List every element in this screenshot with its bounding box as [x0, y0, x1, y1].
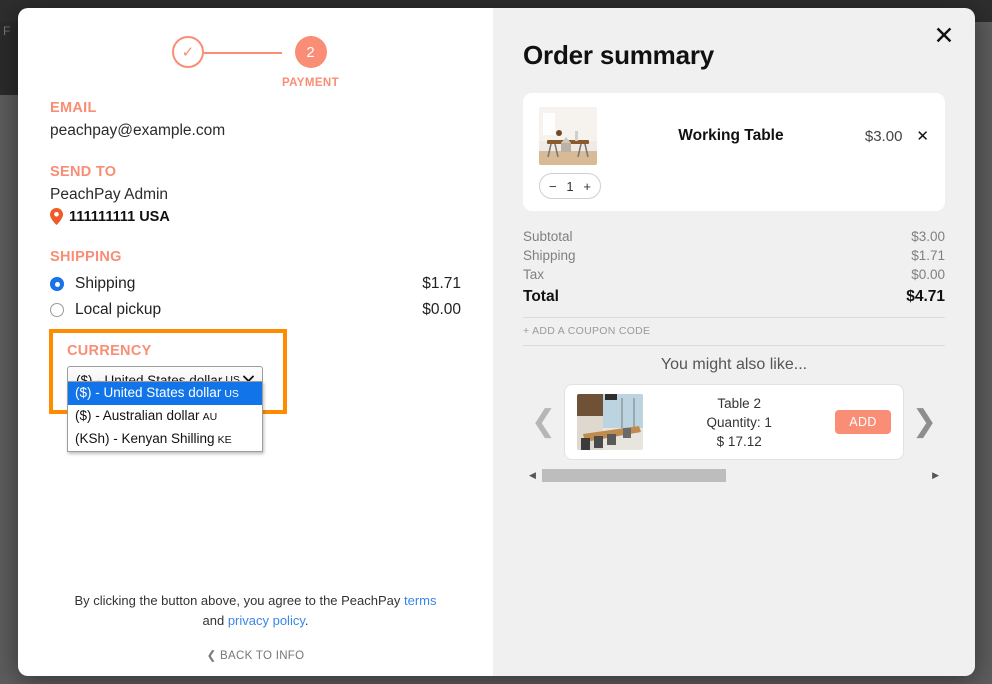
order-totals: Subtotal $3.00 Shipping $1.71 Tax $0.00 …	[523, 227, 945, 346]
step-2-label: PAYMENT	[281, 77, 340, 89]
grand-total-value: $4.71	[906, 288, 945, 305]
quantity-decrease-button[interactable]: −	[549, 179, 557, 194]
legal-text: By clicking the button above, you agree …	[18, 591, 493, 631]
check-icon: ✓	[171, 36, 204, 68]
currency-option-ke[interactable]: (KSh) - Kenyan Shilling KE	[68, 428, 262, 451]
map-pin-icon	[50, 208, 63, 225]
local-pickup-price: $0.00	[422, 301, 461, 318]
add-coupon-code-button[interactable]: + ADD A COUPON CODE	[523, 318, 945, 345]
step-2-number: 2	[294, 36, 327, 68]
subtotal-label: Subtotal	[523, 229, 573, 244]
upsell-card[interactable]: Table 2 Quantity: 1 $ 17.12 ADD	[564, 384, 904, 460]
email-section: EMAIL peachpay@example.com	[50, 100, 461, 140]
add-upsell-button[interactable]: ADD	[835, 410, 891, 434]
terms-link[interactable]: terms	[404, 593, 437, 608]
shipping-total-label: Shipping	[523, 248, 576, 263]
send-to-section: SEND TO PeachPay Admin 111111111 USA	[50, 164, 461, 225]
product-card: Working Table $3.00 ✕ − 1 +	[523, 93, 945, 211]
tax-label: Tax	[523, 267, 545, 282]
remove-product-icon[interactable]: ✕	[916, 127, 929, 145]
quantity-value: 1	[566, 178, 574, 194]
radio-local-pickup[interactable]	[50, 303, 64, 317]
tax-value: $0.00	[911, 267, 945, 282]
overlay-left	[0, 95, 20, 684]
radio-shipping[interactable]	[50, 277, 64, 291]
order-summary-title: Order summary	[523, 40, 715, 70]
privacy-policy-link[interactable]: privacy policy	[228, 613, 305, 628]
currency-option-us-text: ($) - United States dollar	[75, 385, 222, 400]
shipping-section: SHIPPING Shipping $1.71 Local pickup $0.…	[50, 249, 461, 319]
total-row-shipping: Shipping $1.71	[523, 246, 945, 265]
overlay-right	[972, 22, 992, 684]
total-row-subtotal: Subtotal $3.00	[523, 227, 945, 246]
product-row: Working Table $3.00 ✕	[539, 107, 929, 165]
upsell-product-name: Table 2	[717, 395, 761, 411]
scroll-left-icon[interactable]: ◀	[523, 470, 542, 481]
close-icon[interactable]: ✕	[931, 22, 957, 48]
scrollbar-thumb[interactable]	[541, 468, 727, 482]
upsell-info: Table 2 Quantity: 1 $ 17.12	[643, 394, 835, 451]
order-summary-panel: ✕ Order summary Working Table $3.00 ✕ − …	[493, 8, 975, 676]
shipping-option-label: Shipping	[75, 275, 136, 292]
quantity-stepper[interactable]: − 1 +	[539, 173, 601, 199]
checkout-form: EMAIL peachpay@example.com SEND TO Peach…	[18, 100, 493, 452]
carousel-prev-icon[interactable]: ❮	[523, 407, 564, 437]
coupon-divider	[523, 345, 945, 346]
backdrop-tab-text: F	[3, 24, 11, 38]
email-value[interactable]: peachpay@example.com	[50, 122, 461, 140]
subtotal-value: $3.00	[911, 229, 945, 244]
upsell-quantity: Quantity: 1	[706, 414, 772, 430]
scrollbar-track[interactable]	[541, 468, 927, 482]
shipping-option-shipping[interactable]: Shipping $1.71	[50, 275, 461, 293]
send-to-name: PeachPay Admin	[50, 186, 169, 203]
currency-option-au-text: ($) - Australian dollar	[75, 408, 200, 423]
legal-text-before: By clicking the button above, you agree …	[74, 593, 405, 608]
scroll-right-icon[interactable]: ▶	[926, 470, 945, 481]
total-row-tax: Tax $0.00	[523, 265, 945, 284]
checkout-stepper: ✓ 2 PAYMENT	[18, 8, 493, 100]
legal-text-after: .	[304, 613, 309, 628]
checkout-left-panel: ✓ 2 PAYMENT EMAIL peachpay@example.com S…	[18, 8, 493, 676]
send-to-address: 111111111 USA	[69, 208, 170, 225]
stepper-connector	[203, 52, 282, 54]
currency-option-us-code: US	[224, 388, 239, 400]
grand-total-label: Total	[523, 288, 559, 305]
stepper-step-2[interactable]: 2 PAYMENT	[282, 36, 339, 89]
stepper-step-1[interactable]: ✓	[171, 36, 204, 68]
carousel-next-icon[interactable]: ❯	[904, 407, 945, 437]
shipping-total-value: $1.71	[911, 248, 945, 263]
upsell-price: $ 17.12	[716, 433, 762, 449]
currency-option-au-code: AU	[202, 411, 218, 423]
legal-text-middle: and	[202, 613, 228, 628]
back-to-info-link[interactable]: ❮ BACK TO INFO	[18, 648, 493, 662]
send-to-label: SEND TO	[50, 164, 117, 180]
currency-annotation-box: CURRENCY ($) - United States dollar US (…	[49, 329, 287, 452]
currency-option-au[interactable]: ($) - Australian dollar AU	[68, 405, 262, 428]
upsell-title: You might also like...	[660, 356, 808, 373]
email-label: EMAIL	[50, 100, 97, 116]
product-thumbnail	[539, 107, 597, 165]
shipping-option-price: $1.71	[422, 275, 461, 292]
checkout-modal: ✓ 2 PAYMENT EMAIL peachpay@example.com S…	[18, 8, 975, 676]
currency-option-ke-text: (KSh) - Kenyan Shilling	[75, 431, 215, 446]
quantity-increase-button[interactable]: +	[583, 179, 591, 194]
shipping-option-local-pickup[interactable]: Local pickup $0.00	[50, 301, 461, 319]
currency-option-ke-code: KE	[217, 434, 232, 446]
shipping-label: SHIPPING	[50, 249, 122, 265]
currency-label: CURRENCY	[67, 343, 152, 359]
upsell-carousel: ❮ Table 2 Quantity: 1 $ 17.12 ADD ❯	[523, 384, 945, 460]
send-to-address-row[interactable]: 111111111 USA	[50, 208, 461, 225]
product-price: $3.00	[864, 127, 903, 145]
currency-option-us[interactable]: ($) - United States dollar US	[68, 382, 262, 405]
total-row-grand: Total $4.71	[523, 287, 945, 306]
currency-options-list: ($) - United States dollar US ($) - Austr…	[67, 381, 263, 452]
local-pickup-label: Local pickup	[75, 301, 162, 318]
product-name: Working Table	[678, 127, 784, 144]
upsell-thumbnail	[577, 394, 644, 450]
upsell-scrollbar[interactable]: ◀ ▶	[523, 468, 945, 482]
